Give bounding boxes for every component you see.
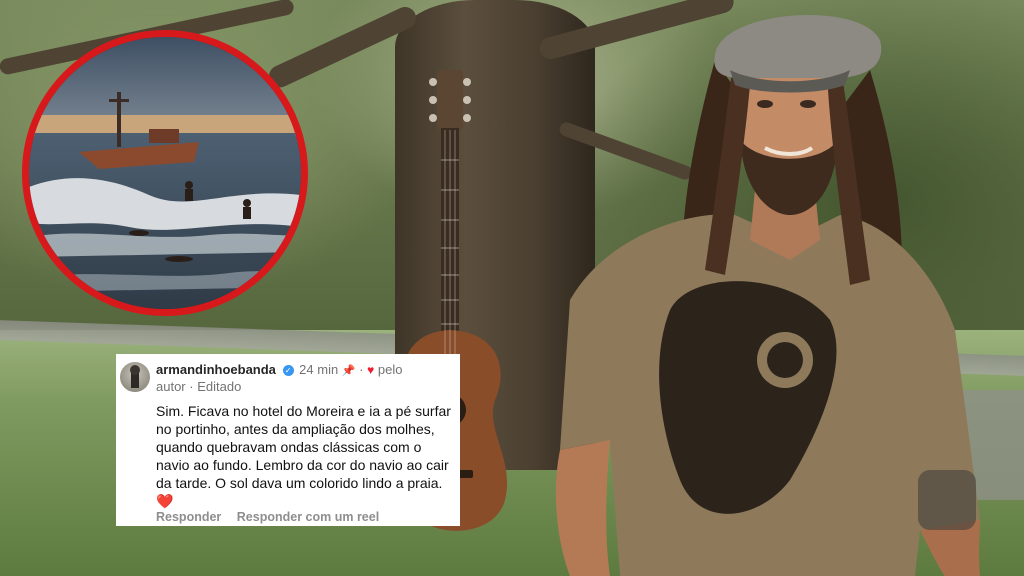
avatar-image [130, 365, 140, 388]
comment-header: armandinhoebanda ✓ 24 min 📌 · ♥ pelo aut… [156, 362, 452, 395]
separator-dot: · [359, 362, 364, 377]
pin-icon: 📌 [341, 365, 356, 377]
shipwreck-surf-scene [29, 37, 301, 309]
comment-actions: Responder Responder com um reel [156, 510, 391, 524]
heart-icon[interactable]: ♥ [367, 363, 374, 377]
comment-text: Sim. Ficava no hotel do Moreira e ia a p… [156, 403, 451, 509]
verified-badge-icon: ✓ [282, 365, 294, 377]
avatar[interactable] [120, 362, 150, 392]
inset-photo-shipwreck-surf [22, 30, 308, 316]
reply-with-reel-button[interactable]: Responder com um reel [237, 510, 379, 524]
reply-button[interactable]: Responder [156, 510, 221, 524]
liked-by-label: pelo [377, 362, 403, 377]
comment-time: 24 min [299, 362, 339, 377]
comment-username[interactable]: armandinhoebanda [156, 362, 276, 377]
instagram-comment-card: armandinhoebanda ✓ 24 min 📌 · ♥ pelo aut… [116, 354, 460, 526]
edited-label: Editado [197, 379, 242, 394]
man-portrait [555, 14, 980, 576]
liked-by-author: autor [156, 379, 186, 394]
separator-dot: · [189, 379, 194, 394]
